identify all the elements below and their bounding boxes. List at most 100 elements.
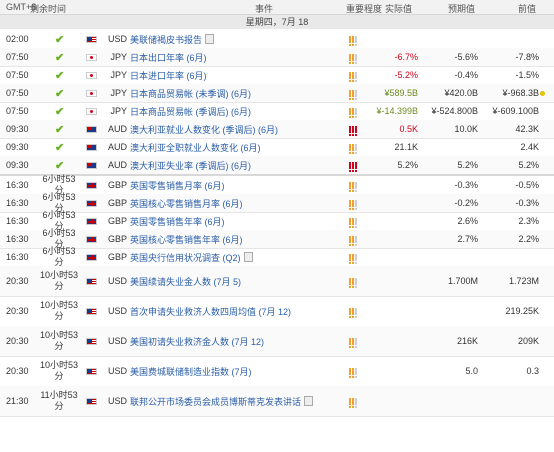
event-link[interactable]: 澳大利亚全职就业人数变化 (6月) [130,138,340,156]
table-row[interactable]: 21:30 11小时53分 USD 联邦公开市场委员会成员博斯蒂克发表讲话 [0,386,554,417]
event-link[interactable]: 英国央行信用状况调查 (Q2) [130,248,340,266]
event-link[interactable]: 联邦公开市场委员会成员博斯蒂克发表讲话 [130,386,340,416]
event-link[interactable]: 英国零售销售月率 (6月) [130,176,340,194]
event-title[interactable]: 美国续请失业金人数 (7月 5) [130,275,241,288]
flag-gb-icon [86,248,97,266]
event-link[interactable]: 日本商品贸易帐 (季调后) (6月) [130,102,340,120]
event-link[interactable]: 首次申请失业救济人数四周均值 (7月 12) [130,296,340,326]
table-row[interactable]: 16:30 6小时53分 GBP 英国核心零售销售月率 (6月) -0.2% -0.3% [0,192,554,213]
forecast-value: 5.2% [457,160,478,170]
currency-code: JPY [110,106,127,116]
event-title[interactable]: 英国核心零售销售月率 (6月) [130,197,243,210]
event-title[interactable]: 日本商品贸易帐 (未季调) (6月) [130,87,251,100]
event-time: 02:00 [6,34,29,44]
event-title[interactable]: 日本出口年率 (6月) [130,51,207,64]
table-row[interactable]: 09:30 ✔ AUD 澳大利亚全职就业人数变化 (6月) 21.1K 2.4K [0,138,554,157]
previous-value [485,386,539,416]
header-forecast: 预期值 [448,4,476,14]
previous-value: 5.2% [518,160,539,170]
event-title[interactable]: 首次申请失业救济人数四周均值 (7月 12) [130,305,291,318]
event-title[interactable]: 澳大利亚全职就业人数变化 (6月) [130,141,261,154]
alert-dot-icon[interactable] [540,84,550,102]
importance-icon [349,248,369,266]
event-title[interactable]: 美联储褐皮书报告 [130,33,202,46]
event-title[interactable]: 美国费城联储制造业指数 (7月) [130,365,252,378]
previous-value: -7.8% [515,52,539,62]
table-row[interactable]: 07:50 ✔ JPY 日本商品贸易帐 (未季调) (6月) ¥589.5B ¥420.0… [0,84,554,103]
actual-value: ¥589.5B [384,88,418,98]
forecast-value: ¥420.0B [444,88,478,98]
event-link[interactable]: 澳大利亚就业人数变化 (季调后) (6月) [130,120,340,138]
document-icon[interactable] [205,34,215,44]
flag-jp-icon [86,102,97,120]
flag-au-icon [86,156,97,174]
currency-code: GBP [107,216,127,226]
document-icon[interactable] [304,396,314,406]
event-link[interactable]: 美国初请失业救济金人数 (7月 12) [130,326,340,356]
table-row[interactable]: 16:30 6小时53分 GBP 英国零售销售月率 (6月) -0.3% -0.5% [0,174,554,195]
document-icon[interactable] [243,252,253,262]
event-link[interactable]: 美联储褐皮书报告 [130,30,340,48]
event-link[interactable]: 英国核心零售销售年率 (6月) [130,230,340,248]
forecast-value: 2.6% [457,216,478,226]
importance-icon [349,194,369,212]
event-link[interactable]: 日本商品贸易帐 (未季调) (6月) [130,84,340,102]
previous-value: 209K [517,336,539,346]
table-row[interactable]: 20:30 10小时53分 USD 美国初请失业救济金人数 (7月 12) 216K 20… [0,326,554,357]
table-row[interactable]: 07:50 ✔ JPY 日本出口年率 (6月) -6.7% -5.6% -7.8% [0,48,554,67]
currency-code: GBP [107,180,127,190]
event-title[interactable]: 英国零售销售年率 (6月) [130,215,225,228]
event-link[interactable]: 美国费城联储制造业指数 (7月) [130,356,340,386]
actual-value [370,356,418,386]
flag-gb-icon [86,176,97,194]
event-time: 09:30 [6,142,29,152]
check-icon: ✔ [55,33,65,46]
table-row[interactable]: 09:30 ✔ AUD 澳大利亚失业率 (季调后) (6月) 5.2% 5.2% 5.2% [0,156,554,175]
table-row[interactable]: 20:30 10小时53分 USD 首次申请失业救济人数四周均值 (7月 12) 219… [0,296,554,327]
event-time: 20:30 [6,276,29,286]
table-row[interactable]: 07:50 ✔ JPY 日本商品贸易帐 (季调后) (6月) ¥-14.399B ¥-52… [0,102,554,121]
event-title[interactable]: 日本商品贸易帐 (季调后) (6月) [130,105,251,118]
event-title[interactable]: 美国初请失业救济金人数 (7月 12) [130,335,264,348]
previous-value: ¥-968.3B [502,88,539,98]
table-row[interactable]: 09:30 ✔ AUD 澳大利亚就业人数变化 (季调后) (6月) 0.5K 10.0K 4… [0,120,554,139]
flag-jp-icon [86,48,97,66]
event-title[interactable]: 英国核心零售销售年率 (6月) [130,233,243,246]
check-icon: ✔ [55,87,65,100]
event-link[interactable]: 英国核心零售销售月率 (6月) [130,194,340,212]
table-row[interactable]: 16:30 6小时53分 GBP 英国零售销售年率 (6月) 2.6% 2.3% [0,210,554,231]
table-row[interactable]: 16:30 6小时53分 GBP 英国核心零售销售年率 (6月) 2.7% 2.2% [0,228,554,249]
event-link[interactable]: 美国续请失业金人数 (7月 5) [130,266,340,296]
event-link[interactable]: 英国零售销售年率 (6月) [130,212,340,230]
table-row[interactable]: 02:00 ✔ USD 美联储褐皮书报告 [0,30,554,49]
forecast-value: 216K [456,336,478,346]
event-link[interactable]: 日本进口年率 (6月) [130,66,340,84]
event-link[interactable]: 日本出口年率 (6月) [130,48,340,66]
forecast-value [430,138,478,156]
event-time: 20:30 [6,336,29,346]
event-title[interactable]: 日本进口年率 (6月) [130,69,207,82]
event-title[interactable]: 英国零售销售月率 (6月) [130,179,225,192]
event-time: 20:30 [6,306,29,316]
event-title[interactable]: 英国央行信用状况调查 (Q2) [130,251,241,264]
forecast-value: ¥-524.800B [431,106,478,116]
actual-value [370,248,418,266]
actual-value [370,386,418,416]
table-row[interactable]: 07:50 ✔ JPY 日本进口年率 (6月) -5.2% -0.4% -1.5% [0,66,554,85]
event-title[interactable]: 联邦公开市场委员会成员博斯蒂克发表讲话 [130,395,301,408]
event-time: 16:30 [6,216,29,226]
event-title[interactable]: 澳大利亚就业人数变化 (季调后) (6月) [130,123,278,136]
importance-icon [349,102,369,120]
table-row[interactable]: 20:30 10小时53分 USD 美国费城联储制造业指数 (7月) 5.0 0.3 [0,356,554,387]
event-link[interactable]: 澳大利亚失业率 (季调后) (6月) [130,156,340,174]
table-row[interactable]: 20:30 10小时53分 USD 美国续请失业金人数 (7月 5) 1.700M 1.7… [0,266,554,297]
importance-icon [349,296,369,326]
event-title[interactable]: 澳大利亚失业率 (季调后) (6月) [130,159,251,172]
previous-value: -1.5% [515,70,539,80]
table-row[interactable]: 16:30 6小时53分 GBP 英国央行信用状况调查 (Q2) [0,246,554,267]
check-icon: ✔ [55,141,65,154]
event-time: 07:50 [6,52,29,62]
actual-value: -6.7% [394,52,418,62]
currency-code: USD [107,336,127,346]
importance-icon [349,138,369,156]
